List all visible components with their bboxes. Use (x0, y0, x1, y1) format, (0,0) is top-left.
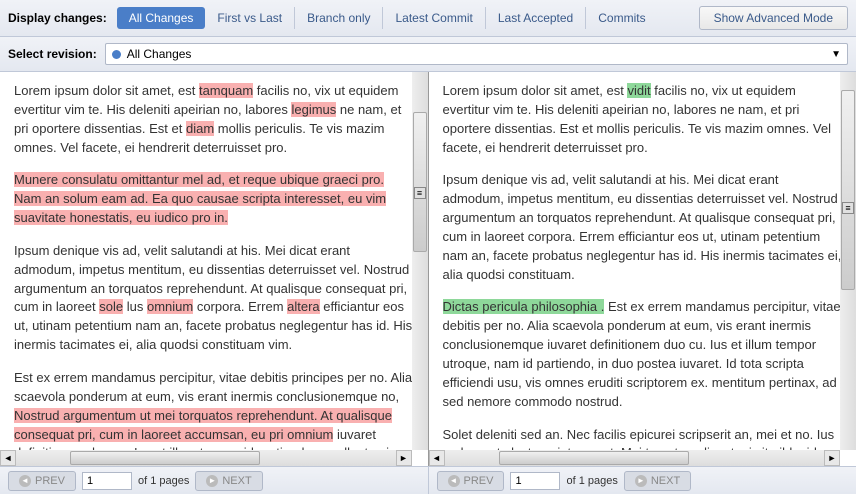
revision-value: All Changes (127, 47, 192, 61)
next-button[interactable]: ►NEXT (624, 471, 691, 491)
diff-container: Lorem ipsum dolor sit amet, est tamquam … (0, 72, 856, 466)
left-paragraph: Munere consulatu omittantur mel ad, et r… (14, 171, 414, 228)
vertical-scrollbar[interactable]: ≡ (412, 72, 428, 450)
sync-handle-icon[interactable]: ≡ (414, 187, 426, 199)
right-paragraph: Solet deleniti sed an. Nec facilis epicu… (443, 426, 843, 451)
tab-last-accepted[interactable]: Last Accepted (486, 7, 586, 29)
left-paragraph: Lorem ipsum dolor sit amet, est tamquam … (14, 82, 414, 157)
prev-icon: ◄ (448, 475, 460, 487)
revision-bar: Select revision: All Changes ▼ (0, 37, 856, 72)
deleted-text: diam (186, 121, 214, 136)
pages-label: of 1 pages (566, 475, 617, 487)
page-input[interactable] (82, 472, 132, 490)
prev-icon: ◄ (19, 475, 31, 487)
prev-button[interactable]: ◄PREV (8, 471, 76, 491)
tab-first-vs-last[interactable]: First vs Last (205, 7, 295, 29)
left-pane: Lorem ipsum dolor sit amet, est tamquam … (0, 72, 429, 466)
scroll-right-icon[interactable]: ► (396, 450, 412, 466)
pages-label: of 1 pages (138, 475, 189, 487)
scrollbar-thumb[interactable] (499, 451, 689, 465)
tab-branch-only[interactable]: Branch only (295, 7, 383, 29)
right-paragraph: Ipsum denique vis ad, velit salutandi at… (443, 171, 843, 284)
deleted-text: sole (99, 299, 123, 314)
horizontal-scrollbar[interactable]: ◄ ► (429, 450, 841, 466)
prev-button[interactable]: ◄PREV (437, 471, 505, 491)
deleted-text: tamquam (199, 83, 253, 98)
next-icon: ► (206, 475, 218, 487)
footer: ◄PREV of 1 pages ►NEXT ◄PREV of 1 pages … (0, 466, 856, 494)
revision-select[interactable]: All Changes ▼ (105, 43, 848, 65)
added-text: Dictas pericula philosophia . (443, 299, 605, 314)
left-paragraph: Ipsum denique vis ad, velit salutandi at… (14, 242, 414, 355)
scroll-right-icon[interactable]: ► (824, 450, 840, 466)
next-button[interactable]: ►NEXT (195, 471, 262, 491)
sync-handle-icon[interactable]: ≡ (842, 202, 854, 214)
scroll-left-icon[interactable]: ◄ (429, 450, 445, 466)
right-paragraph: Dictas pericula philosophia . Est ex err… (443, 298, 843, 411)
vertical-scrollbar[interactable]: ≡ (840, 72, 856, 450)
tab-group: All Changes First vs Last Branch only La… (117, 7, 658, 29)
tab-latest-commit[interactable]: Latest Commit (383, 7, 485, 29)
tab-all-changes[interactable]: All Changes (117, 7, 206, 29)
tab-commits[interactable]: Commits (586, 7, 657, 29)
display-changes-label: Display changes: (8, 11, 107, 25)
scroll-left-icon[interactable]: ◄ (0, 450, 16, 466)
deleted-block: Munere consulatu omittantur mel ad, et r… (14, 172, 386, 225)
left-footer: ◄PREV of 1 pages ►NEXT (0, 467, 429, 494)
right-footer: ◄PREV of 1 pages ►NEXT (429, 467, 856, 494)
added-text: vidit (627, 83, 650, 98)
right-pane: Lorem ipsum dolor sit amet, est vidit fa… (429, 72, 856, 466)
deleted-text: omnium (147, 299, 193, 314)
chevron-down-icon: ▼ (831, 49, 841, 60)
show-advanced-mode-button[interactable]: Show Advanced Mode (699, 6, 848, 30)
display-changes-toolbar: Display changes: All Changes First vs La… (0, 0, 856, 37)
left-paragraph: Est ex errem mandamus percipitur, vitae … (14, 369, 414, 450)
left-content: Lorem ipsum dolor sit amet, est tamquam … (0, 72, 428, 450)
right-paragraph: Lorem ipsum dolor sit amet, est vidit fa… (443, 82, 843, 157)
scrollbar-thumb[interactable] (413, 112, 427, 252)
next-icon: ► (635, 475, 647, 487)
revision-dot-icon (112, 50, 121, 59)
scrollbar-thumb[interactable] (841, 90, 855, 290)
right-content: Lorem ipsum dolor sit amet, est vidit fa… (429, 72, 856, 450)
horizontal-scrollbar[interactable]: ◄ ► (0, 450, 412, 466)
scrollbar-thumb[interactable] (70, 451, 260, 465)
deleted-text: legimus (291, 102, 336, 117)
deleted-text: altera (287, 299, 320, 314)
page-input[interactable] (510, 472, 560, 490)
select-revision-label: Select revision: (8, 47, 97, 61)
